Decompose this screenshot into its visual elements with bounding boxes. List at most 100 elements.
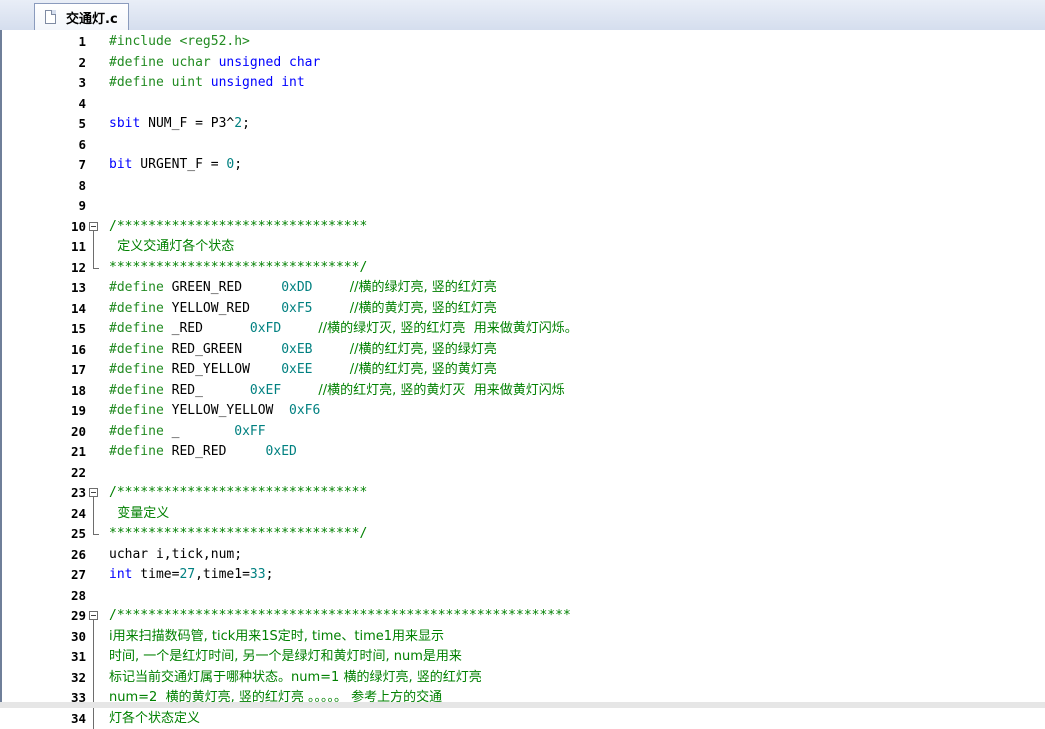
line-number: 2 (2, 53, 86, 74)
code-line[interactable]: 2#define uchar unsigned char (2, 53, 1045, 74)
code-token: 27 (179, 567, 195, 582)
code-line[interactable]: 34 灯各个状态定义 (2, 709, 1045, 729)
code-line[interactable]: 11 定义交通灯各个状态 (2, 237, 1045, 258)
code-text: #define _ 0xFF (109, 422, 266, 443)
code-line[interactable]: 26uchar i,tick,num; (2, 545, 1045, 566)
code-token: 0xF6 (289, 403, 320, 418)
code-line[interactable]: 14#define YELLOW_RED 0xF5 //横的黄灯亮, 竖的红灯亮 (2, 299, 1045, 320)
code-text: /******************************** (109, 217, 367, 238)
code-line[interactable]: 18#define RED_ 0xEF //横的红灯亮, 竖的黄灯灭 用来做黄灯… (2, 381, 1045, 402)
code-token: 0xDD (281, 280, 312, 295)
line-number: 28 (2, 586, 86, 607)
fold-line-icon (89, 647, 100, 668)
code-line[interactable]: 3#define uint unsigned int (2, 73, 1045, 94)
code-line[interactable]: 15#define _RED 0xFD //横的绿灯灭, 竖的红灯亮 用来做黄灯… (2, 319, 1045, 340)
code-line[interactable]: 16 #define RED_GREEN 0xEB //横的红灯亮, 竖的绿灯亮 (2, 340, 1045, 361)
code-token: RED_RED (172, 444, 266, 459)
code-token: //横的黄灯亮, 竖的红灯亮 (313, 301, 497, 316)
code-line[interactable]: 8 (2, 176, 1045, 197)
file-tab[interactable]: 交通灯.c (34, 3, 129, 30)
line-number: 21 (2, 442, 86, 463)
code-line[interactable]: 28 (2, 586, 1045, 607)
code-line[interactable]: 25********************************/ (2, 524, 1045, 545)
code-line[interactable]: 21#define RED_RED 0xED (2, 442, 1045, 463)
code-token: #define (109, 280, 172, 295)
code-token: int (109, 567, 132, 582)
code-token: #define uchar (109, 55, 219, 70)
code-line[interactable]: 23/******************************** (2, 483, 1045, 504)
line-number: 9 (2, 196, 86, 217)
line-number: 29 (2, 606, 86, 627)
code-editor[interactable]: 1#include <reg52.h>2#define uchar unsign… (0, 30, 1045, 708)
code-token: 0xF5 (281, 301, 312, 316)
code-line[interactable]: 31 时间, 一个是红灯时间, 另一个是绿灯和黄灯时间, num是用来 (2, 647, 1045, 668)
code-token: RED_YELLOW (172, 362, 282, 377)
code-line[interactable]: 27int time=27,time1=33; (2, 565, 1045, 586)
code-line[interactable]: 24 变量定义 (2, 504, 1045, 525)
code-line[interactable]: 5sbit NUM_F = P3^2; (2, 114, 1045, 135)
code-line[interactable]: 10/******************************** (2, 217, 1045, 238)
code-text: 时间, 一个是红灯时间, 另一个是绿灯和黄灯时间, num是用来 (109, 647, 462, 668)
code-token: #define (109, 301, 172, 316)
code-token: bit (109, 157, 132, 172)
code-token: /***************************************… (109, 608, 571, 623)
code-line[interactable]: 4 (2, 94, 1045, 115)
code-line[interactable]: 29 /*************************************… (2, 606, 1045, 627)
code-token: _ (172, 424, 235, 439)
code-token: NUM_F = P3^ (140, 116, 234, 131)
code-token: 变量定义 (109, 506, 169, 521)
document-icon (45, 10, 56, 24)
code-text: 灯各个状态定义 (109, 709, 200, 729)
fold-line-icon (89, 709, 100, 729)
code-text: #define RED_YELLOW 0xEE //横的红灯亮, 竖的黄灯亮 (109, 360, 497, 381)
code-token: 0xEF (250, 383, 281, 398)
code-token: uchar i,tick,num; (109, 547, 242, 562)
horizontal-scrollbar[interactable] (0, 702, 1045, 708)
code-token: RED_GREEN (172, 342, 282, 357)
code-line[interactable]: 7bit URGENT_F = 0; (2, 155, 1045, 176)
code-token: ********************************/ (109, 526, 367, 541)
code-text: #define RED_ 0xEF //横的红灯亮, 竖的黄灯灭 用来做黄灯闪烁 (109, 381, 565, 402)
code-line[interactable]: 30i用来扫描数码管, tick用来1S定时, time、time1用来显示 (2, 627, 1045, 648)
code-line[interactable]: 17#define RED_YELLOW 0xEE //横的红灯亮, 竖的黄灯亮 (2, 360, 1045, 381)
code-line[interactable]: 20#define _ 0xFF (2, 422, 1045, 443)
code-line[interactable]: 13#define GREEN_RED 0xDD //横的绿灯亮, 竖的红灯亮 (2, 278, 1045, 299)
code-token: 2 (234, 116, 242, 131)
fold-line-icon (89, 504, 100, 525)
code-token: i用来扫描数码管, tick用来1S定时, time、time1用来显示 (109, 629, 444, 644)
code-line[interactable]: 22 (2, 463, 1045, 484)
line-number: 19 (2, 401, 86, 422)
code-line[interactable]: 12 ********************************/ (2, 258, 1045, 279)
line-number: 34 (2, 709, 86, 729)
fold-toggle-icon[interactable] (89, 217, 100, 238)
code-token: sbit (109, 116, 140, 131)
code-text: ********************************/ (109, 258, 367, 279)
line-number: 31 (2, 647, 86, 668)
code-token: #define (109, 342, 172, 357)
code-token: 33 (250, 567, 266, 582)
code-token: URGENT_F = (132, 157, 226, 172)
code-text: #define uint unsigned int (109, 73, 305, 94)
line-number: 4 (2, 94, 86, 115)
code-text: #define RED_GREEN 0xEB //横的红灯亮, 竖的绿灯亮 (109, 340, 497, 361)
code-text: bit URGENT_F = 0; (109, 155, 242, 176)
code-token: /******************************** (109, 219, 367, 234)
line-number: 27 (2, 565, 86, 586)
code-line[interactable]: 6 (2, 135, 1045, 156)
code-line[interactable]: 9 (2, 196, 1045, 217)
code-token: //横的绿灯灭, 竖的红灯亮 用来做黄灯闪烁。 (281, 321, 577, 336)
code-token: #define (109, 424, 172, 439)
code-line[interactable]: 32标记当前交通灯属于哪种状态。num=1 横的绿灯亮, 竖的红灯亮 (2, 668, 1045, 689)
code-line[interactable]: 19#define YELLOW_YELLOW 0xF6 (2, 401, 1045, 422)
code-text: int time=27,time1=33; (109, 565, 273, 586)
fold-toggle-icon[interactable] (89, 606, 100, 627)
line-number: 16 (2, 340, 86, 361)
code-line[interactable]: 1#include <reg52.h> (2, 32, 1045, 53)
line-number: 12 (2, 258, 86, 279)
fold-toggle-icon[interactable] (89, 483, 100, 504)
line-number: 5 (2, 114, 86, 135)
code-token: 灯各个状态定义 (109, 711, 200, 726)
code-text: #include <reg52.h> (109, 32, 250, 53)
code-text: /***************************************… (109, 606, 571, 627)
code-text: uchar i,tick,num; (109, 545, 242, 566)
